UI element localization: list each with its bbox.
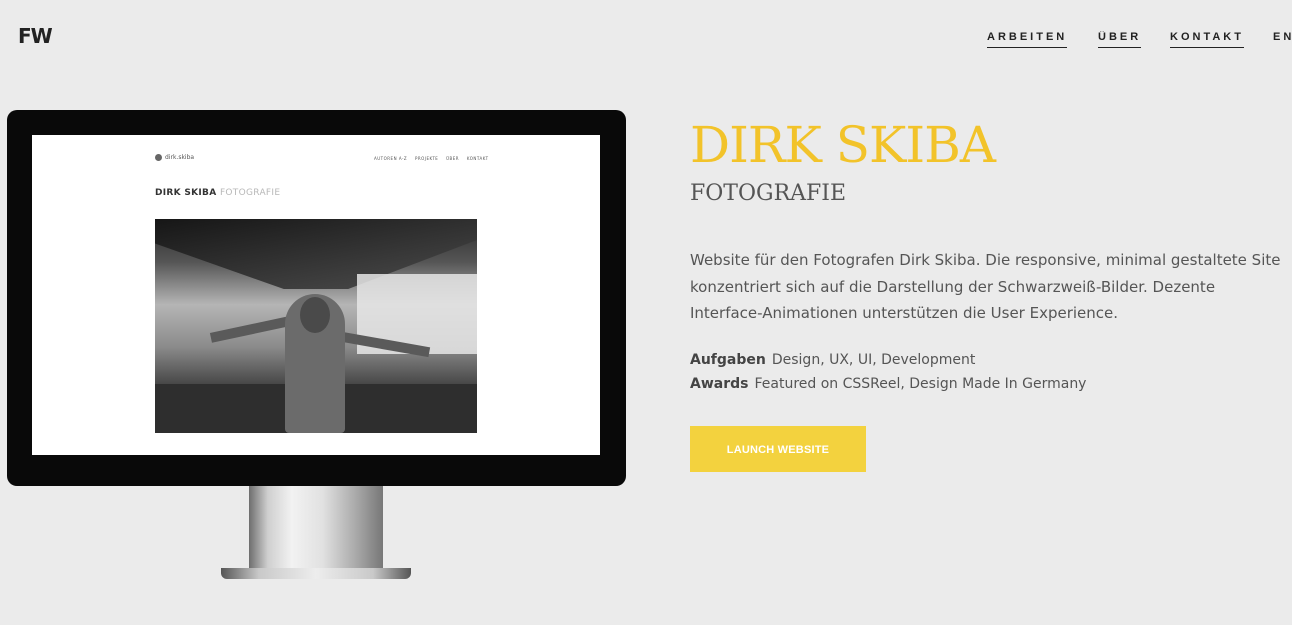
preview-logo-text: dirk.skiba (165, 154, 195, 161)
nav-ueber[interactable]: ÜBER (1098, 31, 1142, 48)
preview-logo-icon (155, 154, 162, 161)
preview-nav: AUTOREN A-Z PROJEKTE ÜBER KONTAKT (368, 156, 489, 161)
project-description: Website für den Fotografen Dirk Skiba. D… (690, 251, 1281, 322)
monitor-mockup: dirk.skiba AUTOREN A-Z PROJEKTE ÜBER KON… (7, 110, 626, 486)
monitor-base (221, 568, 411, 579)
preview-nav-item: AUTOREN A-Z (374, 156, 408, 161)
preview-nav-item: ÜBER (446, 156, 460, 161)
project-title: DIRK SKIBA (690, 116, 996, 174)
logo[interactable]: FW (18, 24, 53, 48)
preview-title-dark: DIRK SKIBA (155, 188, 217, 198)
main-nav: ARBEITEN ÜBER KONTAKT EN (987, 31, 1292, 53)
preview-nav-item: KONTAKT (466, 156, 489, 161)
nav-arbeiten[interactable]: ARBEITEN (987, 31, 1068, 48)
photo-head-shape (300, 297, 330, 333)
preview-title: DIRK SKIBA FOTOGRAFIE (155, 188, 280, 198)
preview-title-light: FOTOGRAFIE (219, 188, 281, 198)
project-awards: Awards Featured on CSSReel, Design Made I… (690, 376, 1086, 392)
preview-photo (155, 219, 477, 433)
monitor-screen: dirk.skiba AUTOREN A-Z PROJEKTE ÜBER KON… (32, 135, 600, 455)
project-subtitle: FOTOGRAFIE (690, 181, 847, 206)
photo-arm-shape (209, 315, 296, 343)
monitor-stand (249, 486, 383, 572)
tasks-value: Design, UX, UI, Development (771, 352, 976, 368)
tasks-label: Aufgaben (690, 352, 766, 368)
preview-nav-item: PROJEKTE (414, 156, 439, 161)
launch-website-button[interactable]: LAUNCH WEBSITE (690, 426, 866, 472)
preview-logo: dirk.skiba (155, 154, 194, 161)
project-tasks: Aufgaben Design, UX, UI, Development (690, 352, 975, 368)
preview-slider-dots (298, 444, 328, 455)
awards-label: Awards (690, 376, 749, 392)
awards-value: Featured on CSSReel, Design Made In Germ… (754, 376, 1087, 392)
nav-kontakt[interactable]: KONTAKT (1170, 31, 1244, 48)
nav-language-en[interactable]: EN (1273, 31, 1292, 47)
